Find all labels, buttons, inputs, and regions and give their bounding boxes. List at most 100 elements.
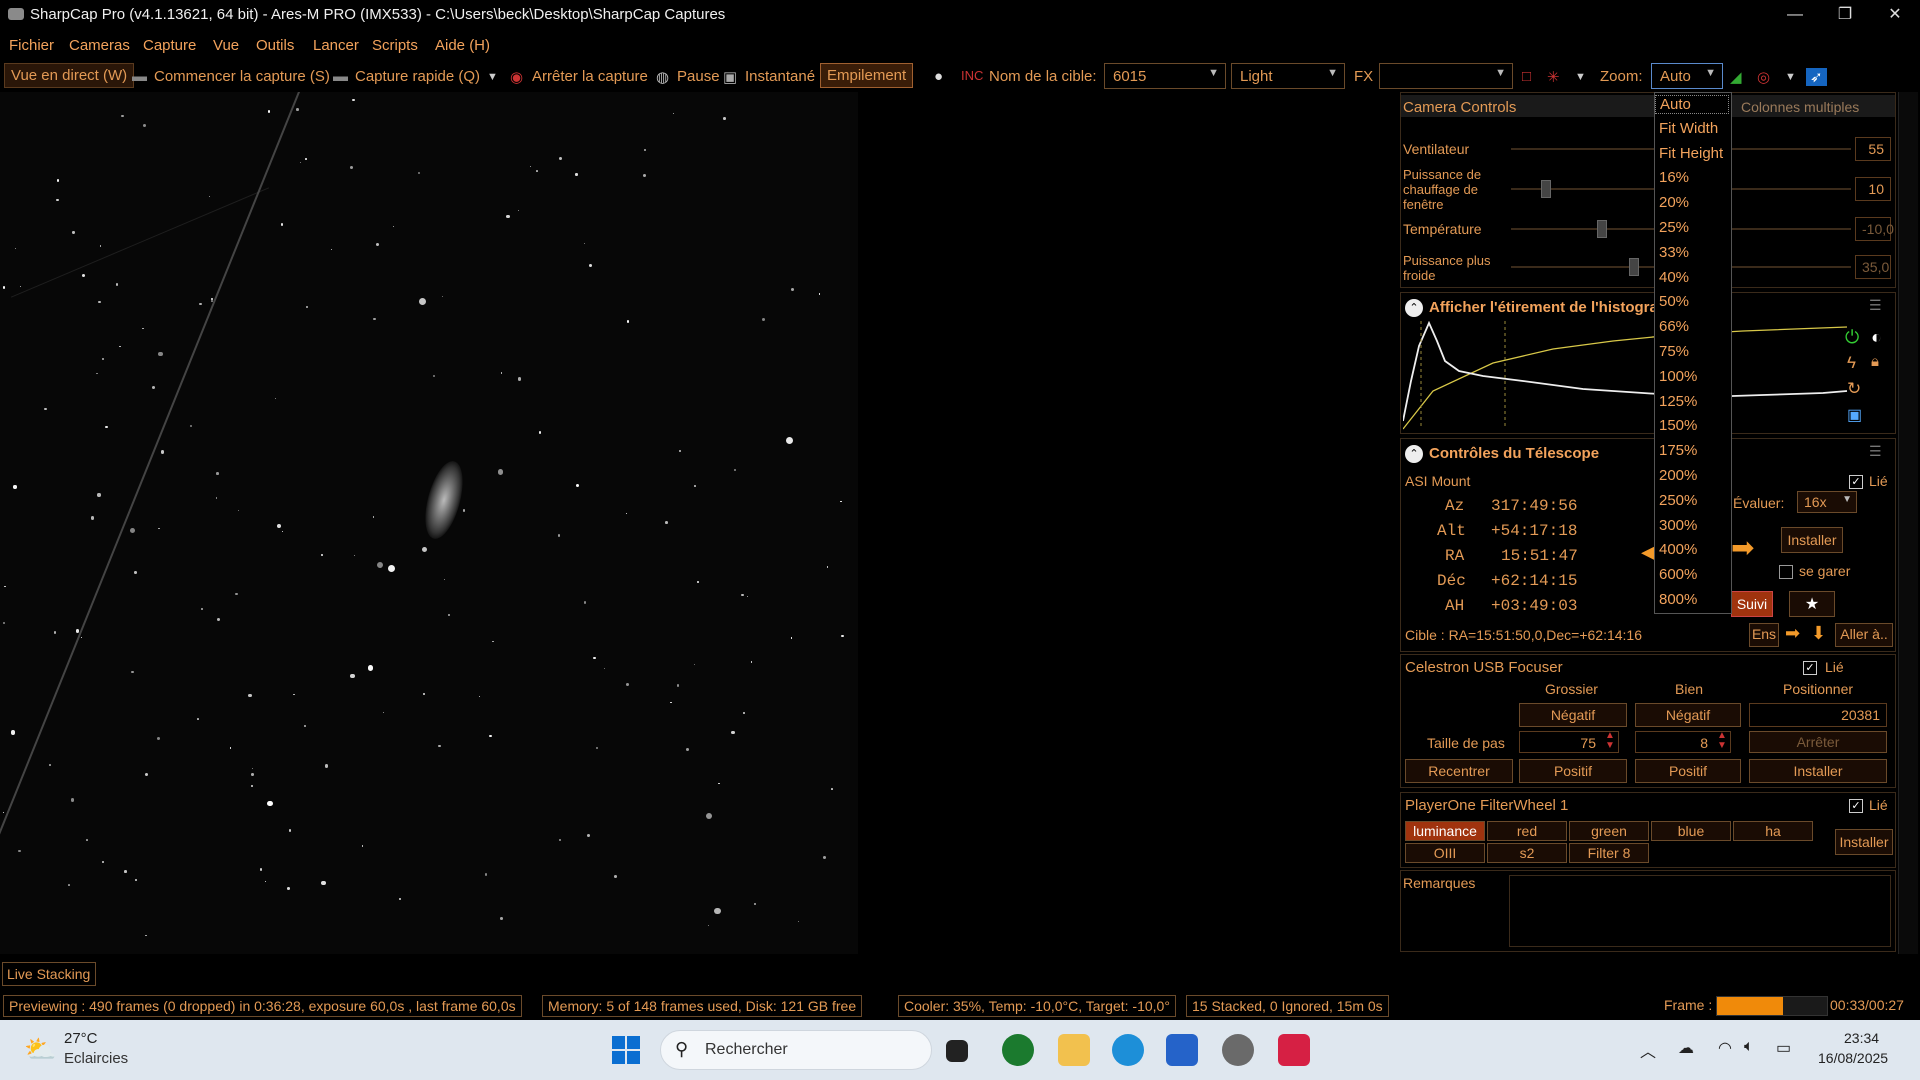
focuser-stop-button[interactable]: Arrêter [1749,731,1887,753]
stepper-icon[interactable]: ▲ ▼ [1605,731,1615,751]
menu-aide[interactable]: Aide (H) [435,37,490,54]
filter-luminance[interactable]: luminance [1405,821,1485,841]
position-value[interactable]: 20381 [1749,703,1887,727]
fine-positive-button[interactable]: Positif [1635,759,1741,783]
fx-select[interactable]: ▼ [1379,63,1513,89]
volume-icon[interactable]: 🔈︎ [1744,1038,1754,1056]
menu-fichier[interactable]: Fichier [9,37,54,54]
square-icon[interactable]: □ [1522,68,1531,85]
app-icon-green[interactable] [1002,1034,1034,1066]
rate-select[interactable]: 16x ▼ [1797,491,1857,513]
zoom-option[interactable]: 50% [1659,293,1689,310]
minimize-button[interactable]: — [1772,0,1818,30]
mount-linked-checkbox[interactable]: ✓ [1849,475,1863,489]
crosshair-icon[interactable]: ✳ [1547,68,1560,86]
zoom-option[interactable]: Fit Height [1659,145,1723,162]
zoom-option[interactable]: 150% [1659,417,1697,434]
clock-date[interactable]: 16/08/2025 [1818,1050,1888,1066]
mount-install-button[interactable]: Installer [1781,527,1843,553]
zoom-option[interactable]: Auto [1655,95,1729,114]
task-view-icon[interactable] [946,1040,968,1062]
fine-negative-button[interactable]: Négatif [1635,703,1741,727]
rocket-icon[interactable]: ➶ [1806,68,1827,86]
zoom-option[interactable]: 20% [1659,194,1689,211]
cloud-icon[interactable]: ☁ [1678,1038,1694,1058]
astro-image[interactable] [0,92,858,954]
target-name-input[interactable]: 6015 ▼ [1104,63,1226,89]
app-icon-red[interactable] [1278,1034,1310,1066]
save-icon[interactable]: ▣ [1847,405,1862,425]
zoom-option[interactable]: 40% [1659,269,1689,286]
zoom-option[interactable]: 125% [1659,393,1697,410]
close-button[interactable]: ✕ [1872,0,1918,30]
filter-red[interactable]: red [1487,821,1567,841]
filter-8[interactable]: Filter 8 [1569,843,1649,863]
menu-icon[interactable]: ☰ [1869,443,1882,460]
inc-icon[interactable]: INC [961,68,983,83]
zoom-option[interactable]: 800% [1659,591,1697,608]
power-icon[interactable]: ⏻ [1845,327,1859,348]
coarse-positive-button[interactable]: Positif [1519,759,1627,783]
recenter-button[interactable]: Recentrer [1405,759,1513,783]
weather-temp[interactable]: 27°C [64,1030,98,1047]
arrow-right-icon[interactable]: ➡ [1785,623,1800,644]
quick-capture-button[interactable]: Capture rapide (Q) [355,68,480,85]
zoom-option[interactable]: 250% [1659,492,1697,509]
chevron-down-icon[interactable]: ▼ [1575,71,1586,83]
maximize-button[interactable]: ❐ [1822,0,1868,30]
zoom-option[interactable]: 75% [1659,343,1689,360]
set-button[interactable]: Ens [1749,623,1779,647]
reset-icon[interactable]: ↻ [1847,379,1861,399]
windows-start-icon[interactable] [612,1036,640,1064]
stepper-icon[interactable]: ▲ ▼ [1717,731,1727,751]
menu-outils[interactable]: Outils [256,37,294,54]
panel-scrollbar[interactable] [1898,92,1918,954]
menu-icon[interactable]: ☰ [1869,297,1882,314]
lightning-icon[interactable]: ϟ [1847,353,1856,373]
live-stacking-tab[interactable]: Live Stacking [2,962,96,986]
multi-columns-toggle[interactable]: Colonnes multiples [1741,99,1859,115]
slider-thumb[interactable] [1597,220,1607,238]
target-icon[interactable]: ◎ [1757,68,1770,86]
filter-ha[interactable]: ha [1733,821,1813,841]
menu-capture[interactable]: Capture [143,37,196,54]
slider-thumb[interactable] [1541,180,1551,198]
zoom-option[interactable]: Fit Width [1659,120,1718,137]
coarse-step-input[interactable]: 75 [1519,731,1619,753]
zoom-option[interactable]: 400% [1659,541,1697,558]
chevron-up-icon[interactable]: ︿ [1640,1038,1656,1062]
zoom-option[interactable]: 16% [1659,169,1689,186]
lock-icon[interactable]: 🔒︎ [1871,353,1879,370]
filter-green[interactable]: green [1569,821,1649,841]
window-heater-value[interactable]: 10 [1855,177,1891,201]
histogram-icon[interactable]: ◢ [1730,68,1742,86]
chevron-down-icon[interactable]: ▼ [1785,71,1796,83]
fan-value[interactable]: 55 [1855,137,1891,161]
store-icon[interactable] [1166,1034,1198,1066]
focuser-install-button[interactable]: Installer [1749,759,1887,783]
slider-thumb[interactable] [1629,258,1639,276]
chevron-down-icon[interactable]: ▼ [487,71,498,83]
edge-icon[interactable] [1112,1034,1144,1066]
zoom-dropdown[interactable]: Auto Fit Width Fit Height 16% 20% 25% 33% 40% 50… [1654,92,1732,614]
zoom-option[interactable]: 33% [1659,244,1689,261]
arrow-down-icon[interactable]: ⬇ [1811,623,1826,644]
sphere-icon[interactable]: ● [934,68,943,85]
zoom-option[interactable]: 200% [1659,467,1697,484]
menu-lancer[interactable]: Lancer [313,37,359,54]
zoom-option[interactable]: 66% [1659,318,1689,335]
collapse-icon[interactable]: ⌃ [1405,445,1423,463]
weather-desc[interactable]: Eclaircies [64,1050,128,1067]
zoom-option[interactable]: 25% [1659,219,1689,236]
zoom-select[interactable]: Auto ▼ [1651,63,1723,89]
tracking-button[interactable]: Suivi [1731,591,1773,617]
frame-type-select[interactable]: Light ▼ [1231,63,1345,89]
notes-textarea[interactable] [1509,875,1891,947]
stop-capture-button[interactable]: Arrêter la capture [532,68,648,85]
zoom-option[interactable]: 300% [1659,517,1697,534]
stacking-button[interactable]: Empilement [820,63,914,88]
wifi-icon[interactable]: ◠ [1718,1038,1732,1058]
focuser-linked-checkbox[interactable]: ✓ [1803,661,1817,675]
collapse-icon[interactable]: ⌃ [1405,299,1423,317]
clock-time[interactable]: 23:34 [1844,1030,1879,1046]
